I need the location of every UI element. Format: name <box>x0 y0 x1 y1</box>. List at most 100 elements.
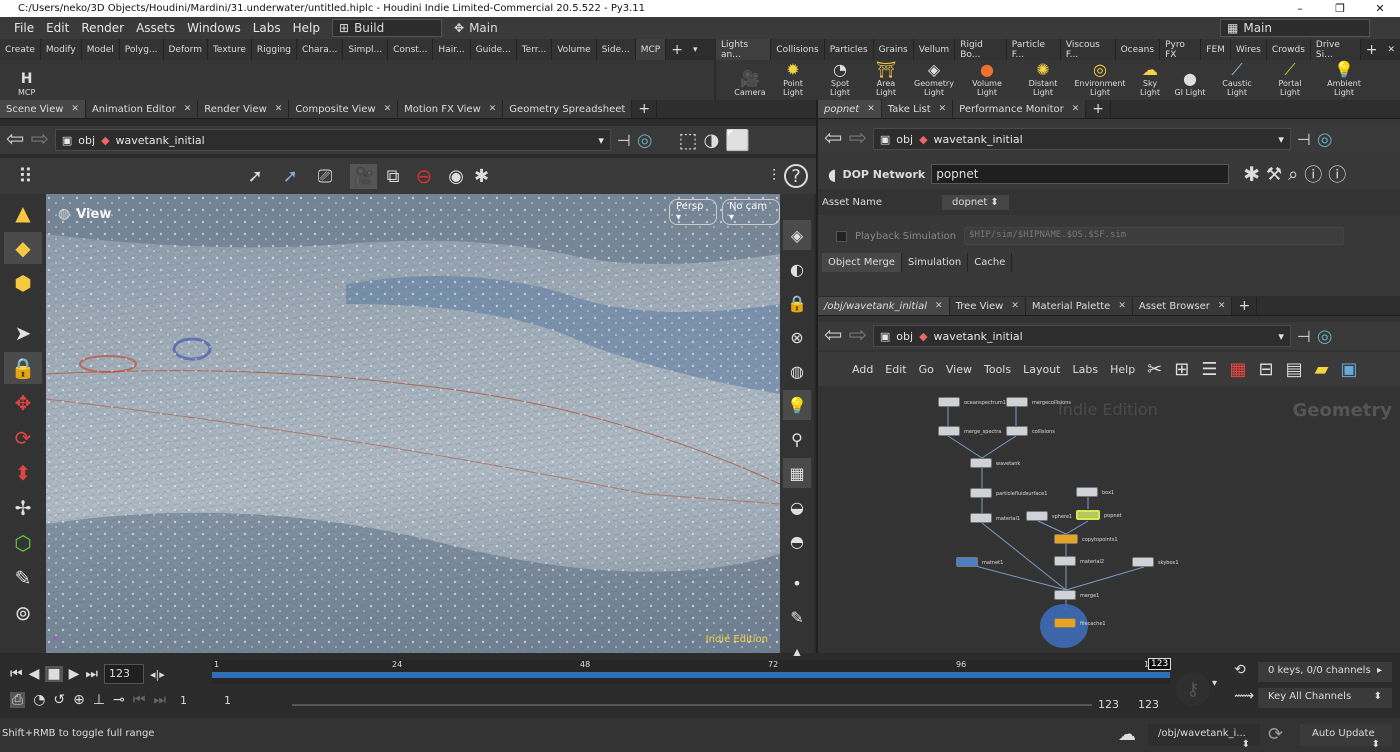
keyframe-icon[interactable]: ⊕ <box>73 692 85 708</box>
sphere1-node[interactable] <box>1026 511 1048 521</box>
jump-end-icon[interactable]: ⏭ <box>85 666 98 682</box>
pin-icon[interactable]: ⊣ <box>1297 130 1311 149</box>
tab-animation-editor[interactable]: Animation Editor ✕ <box>85 100 199 118</box>
range-end-icon[interactable]: ⏭ <box>153 692 166 708</box>
close-icon[interactable]: ✕ <box>275 104 283 114</box>
channel-icon[interactable]: ⟲ <box>1234 662 1246 678</box>
material1-node[interactable] <box>970 513 992 523</box>
area-light-tool[interactable]: ⛩ Area Light <box>866 61 906 98</box>
forward-arrow-icon[interactable]: ⇨ <box>30 129 48 151</box>
subtab-simulation[interactable]: Simulation <box>901 253 969 272</box>
close-icon[interactable]: ✕ <box>489 104 497 114</box>
shelf-tab-wires[interactable]: Wires <box>1230 39 1267 60</box>
gi-light-tool[interactable]: ● GI Light <box>1174 70 1206 98</box>
menu-file[interactable]: File <box>8 21 40 35</box>
color-palette-icon[interactable]: ▦ <box>1230 359 1247 380</box>
menu-labs[interactable]: Labs <box>247 21 287 35</box>
shelf-tab-volume[interactable]: Volume <box>552 39 597 60</box>
key-menu-icon[interactable]: ▾ <box>1212 678 1217 689</box>
menu-help[interactable]: Help <box>287 21 326 35</box>
particlefluidsurface1-node[interactable] <box>970 488 992 498</box>
shelf-tab-vellum[interactable]: Vellum <box>913 39 956 60</box>
maximize-button[interactable]: ❐ <box>1320 0 1360 17</box>
popnet-node[interactable] <box>1076 510 1100 520</box>
info-icon[interactable]: ⓘ <box>1304 161 1322 187</box>
mergecollisions-node[interactable] <box>1006 397 1028 407</box>
light-bulb-icon[interactable]: 💡 <box>783 390 811 420</box>
shelf-tab-collisions[interactable]: Collisions <box>771 39 825 60</box>
tab-render-view[interactable]: Render View ✕ <box>198 100 290 118</box>
shelf-tab-rigid-bodies[interactable]: Rigid Bo... <box>955 39 1007 60</box>
pin-icon[interactable]: ⊣ <box>1297 327 1311 346</box>
move-handle-icon[interactable]: ✥ <box>4 387 42 419</box>
shelf-tab-texture[interactable]: Texture <box>207 39 252 60</box>
tab-performance-monitor[interactable]: Performance Monitor ✕ <box>953 100 1087 118</box>
shelf-tab-hair[interactable]: Hair... <box>433 39 471 60</box>
select-objects-icon[interactable]: ▲ <box>4 197 42 229</box>
mcp-tool[interactable]: H MCP <box>18 70 35 97</box>
back-arrow-icon[interactable]: ⇦ <box>6 129 24 151</box>
network-canvas[interactable]: Indie Edition Geometry oceanspectrum1 me… <box>818 390 1400 653</box>
flipbook-icon[interactable]: ⧉ <box>387 166 400 187</box>
subtab-cache[interactable]: Cache <box>968 253 1013 272</box>
wrench-icon[interactable]: ⚒ <box>1266 164 1282 185</box>
shelf-tab-lights[interactable]: Lights an... <box>716 39 772 60</box>
loop-icon[interactable]: ↺ <box>53 692 65 708</box>
cloud-icon[interactable]: ☁ <box>1118 724 1136 745</box>
key-icon[interactable]: ⚷ <box>1176 672 1210 706</box>
filecache1-node[interactable] <box>1054 618 1076 628</box>
tab-take-list[interactable]: Take List ✕ <box>881 100 954 118</box>
step-icon[interactable]: ◂|▸ <box>150 668 165 681</box>
add-shelf-icon[interactable]: + <box>1361 39 1383 60</box>
menu-view[interactable]: View <box>946 363 972 376</box>
pin-icon[interactable]: ⊣ <box>617 131 631 150</box>
scale-handle-icon[interactable]: ⬍ <box>4 457 42 489</box>
display-geo-icon[interactable]: ◈ <box>783 220 811 250</box>
camera-view-icon[interactable]: 🎥 <box>350 163 377 189</box>
portal-light-tool[interactable]: ⟋ Portal Light <box>1268 61 1312 98</box>
tab-asset-browser[interactable]: Asset Browser ✕ <box>1132 297 1233 315</box>
tab-geometry-spreadsheet[interactable]: Geometry Spreadsheet <box>503 100 633 118</box>
close-icon[interactable]: ✕ <box>71 104 79 114</box>
menu-labs[interactable]: Labs <box>1073 363 1099 376</box>
cube-icon[interactable]: ⬚ <box>679 128 698 152</box>
end-frame-field-2[interactable]: 123 <box>1138 698 1159 711</box>
shelf-tab-model[interactable]: Model <box>81 39 120 60</box>
caustic-light-tool[interactable]: ⟋ Caustic Light <box>1212 61 1262 98</box>
back-arrow-icon[interactable]: ⇦ <box>824 128 842 150</box>
menu-tools[interactable]: Tools <box>984 363 1011 376</box>
time-slider[interactable]: 1 24 48 72 96 1 123 <box>212 658 1172 684</box>
close-icon[interactable]: ✕ <box>184 104 192 114</box>
point-light-tool[interactable]: ✹ Point Light <box>772 61 814 98</box>
start-frame-field[interactable]: 1 <box>180 694 216 707</box>
tab-motion-fx-view[interactable]: Motion FX View ✕ <box>398 100 504 118</box>
menu-render[interactable]: Render <box>75 21 130 35</box>
shelf-tab-create[interactable]: Create <box>0 39 41 60</box>
shelf-tab-terrain[interactable]: Terr... <box>516 39 553 60</box>
sky-light-tool[interactable]: ☁ Sky Light <box>1132 61 1168 98</box>
add-tab-icon[interactable]: + <box>1232 297 1258 315</box>
tree-icon[interactable]: ⊞ <box>1174 359 1189 380</box>
menu-edit[interactable]: Edit <box>40 21 75 35</box>
close-button[interactable]: ✕ <box>1360 0 1400 17</box>
shelf-tab-grains[interactable]: Grains <box>873 39 914 60</box>
environment-light-tool[interactable]: ◎ Environment Light <box>1074 61 1126 98</box>
background-icon[interactable]: ⬜ <box>725 128 750 152</box>
shelf-menu-icon[interactable]: ▾ <box>688 39 703 60</box>
close-icon[interactable]: ✕ <box>1011 301 1019 311</box>
dropdown-icon[interactable]: ▾ <box>1278 330 1284 343</box>
shelf-tab-fem[interactable]: FEM <box>1201 39 1231 60</box>
shelf-tab-character[interactable]: Chara... <box>297 39 344 60</box>
shelf-tab-mcp[interactable]: MCP <box>635 39 667 60</box>
menu-add[interactable]: Add <box>852 363 873 376</box>
merge-spectra-node[interactable] <box>938 426 960 436</box>
distant-light-tool[interactable]: ✺ Distant Light <box>1018 61 1068 98</box>
shelf-tab-particle-fluids[interactable]: Particle F... <box>1006 39 1061 60</box>
spot-light-tool[interactable]: ◔ Spot Light <box>820 61 860 98</box>
range-icon[interactable]: ⊸ <box>113 692 125 708</box>
refresh-icon[interactable]: ⟳ <box>1268 724 1283 745</box>
oceanspectrum1-node[interactable] <box>938 397 960 407</box>
range-slider[interactable] <box>292 704 1092 706</box>
lock-camera-icon[interactable]: 🔒 <box>783 288 811 318</box>
help-icon[interactable]: ⓘ <box>1328 161 1346 187</box>
